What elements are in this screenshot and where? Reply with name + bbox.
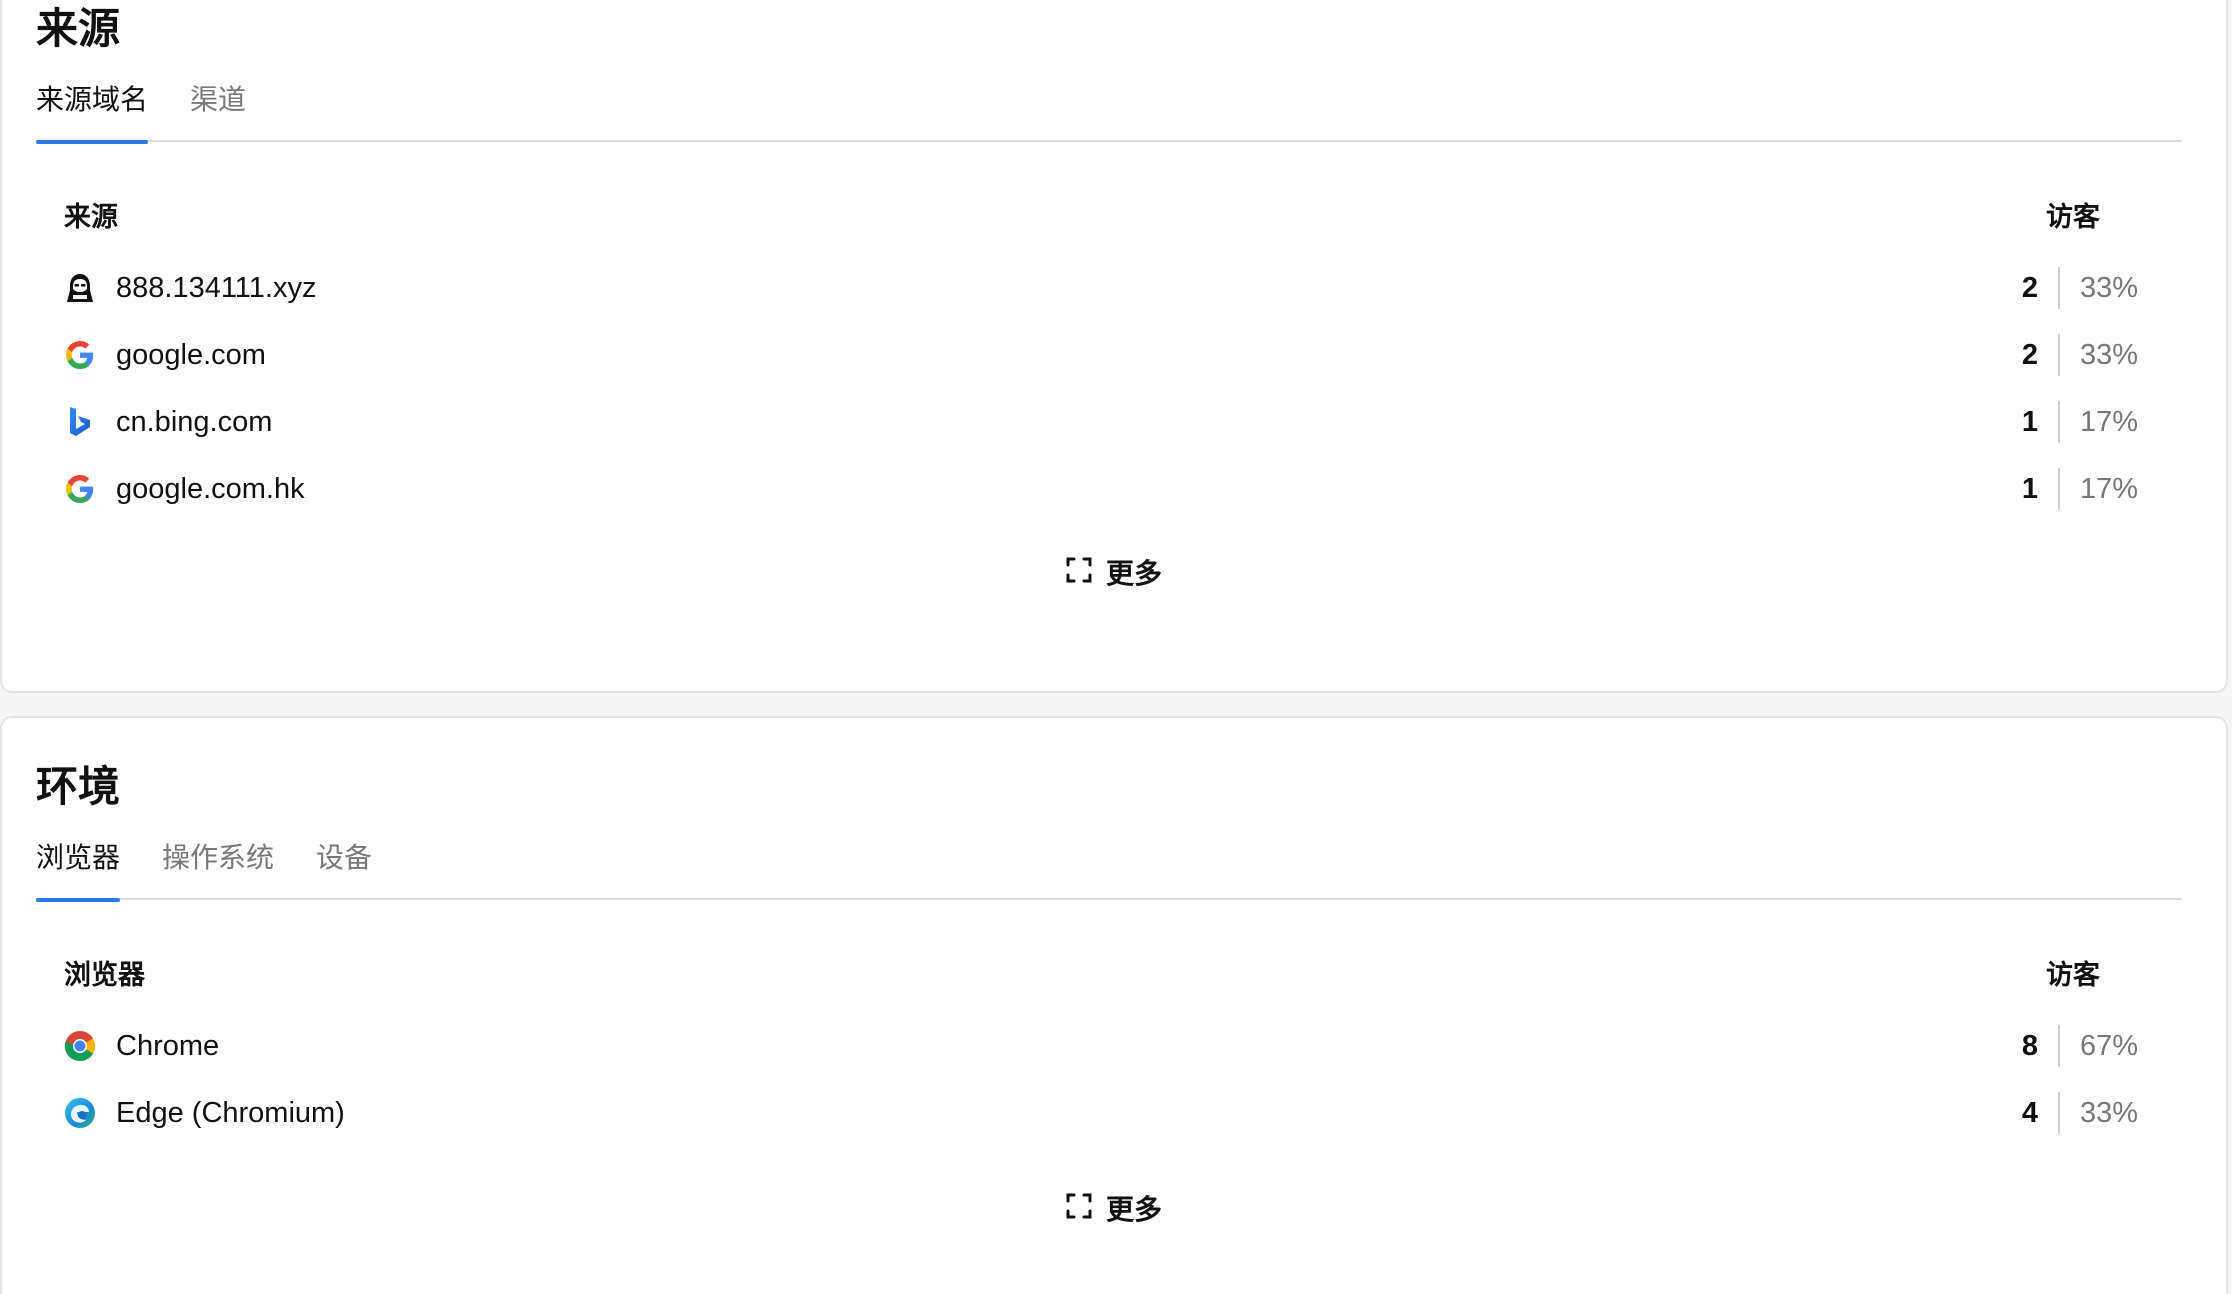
visitor-count: 2 [2021,338,2038,371]
divider [2058,468,2060,510]
sources-card: 来源 来源域名 渠道 来源 访客 888.134111.xyz 2 33% go… [0,0,2228,693]
environment-card: 环境 浏览器 操作系统 设备 浏览器 访客 Chrome 8 67% Edge … [0,716,2228,1294]
source-row[interactable]: 888.134111.xyz 2 33% [64,258,2156,318]
hacker-icon [64,272,96,304]
divider [2058,267,2060,309]
visitor-percent: 67% [2080,1029,2139,1062]
browser-label: Chrome [116,1029,220,1062]
more-label: 更多 [1105,558,1162,589]
environment-more-button[interactable]: 更多 [2,1188,2226,1228]
divider [2058,334,2060,376]
environment-column-name: 浏览器 [64,960,145,990]
sources-column-name: 来源 [64,202,118,232]
chrome-icon [64,1030,96,1062]
more-label: 更多 [1105,1194,1162,1225]
google-icon [64,473,96,505]
browser-row[interactable]: Chrome 8 67% [64,1016,2156,1076]
visitor-percent: 33% [2080,1096,2139,1129]
visitor-percent: 33% [2080,271,2139,304]
tab-channel[interactable]: 渠道 [190,72,246,140]
source-row[interactable]: cn.bing.com 1 17% [64,392,2156,452]
visitor-count: 1 [2021,405,2038,438]
source-row[interactable]: google.com 2 33% [64,325,2156,385]
tab-device[interactable]: 设备 [316,830,372,898]
divider [2058,1025,2060,1067]
bing-icon [64,406,96,438]
browser-row[interactable]: Edge (Chromium) 4 33% [64,1083,2156,1143]
sources-more-button[interactable]: 更多 [2,552,2226,592]
source-row[interactable]: google.com.hk 1 17% [64,459,2156,519]
source-label: 888.134111.xyz [116,271,317,304]
sources-title: 来源 [36,5,121,52]
divider [2058,1092,2060,1134]
source-label: cn.bing.com [116,405,273,438]
expand-icon [1066,1193,1092,1224]
environment-tabs: 浏览器 操作系统 设备 [36,830,2182,902]
visitor-count: 2 [2021,271,2038,304]
tab-source-domain[interactable]: 来源域名 [36,72,149,144]
environment-title: 环境 [36,763,121,810]
source-label: google.com.hk [116,472,305,505]
visitor-count: 4 [2021,1096,2038,1129]
visitor-count: 8 [2021,1029,2038,1062]
visitor-percent: 17% [2080,405,2139,438]
edge-icon [64,1097,96,1129]
tab-os[interactable]: 操作系统 [162,830,274,898]
sources-column-visitors: 访客 [2046,202,2100,232]
sources-tabs: 来源域名 渠道 [36,72,2182,144]
visitor-percent: 33% [2080,338,2139,371]
source-label: google.com [116,338,266,371]
google-icon [64,339,96,371]
environment-column-visitors: 访客 [2046,960,2100,990]
expand-icon [1066,557,1092,588]
browser-label: Edge (Chromium) [116,1096,345,1129]
visitor-percent: 17% [2080,472,2139,505]
tab-browser[interactable]: 浏览器 [36,830,121,902]
divider [2058,401,2060,443]
visitor-count: 1 [2021,472,2038,505]
